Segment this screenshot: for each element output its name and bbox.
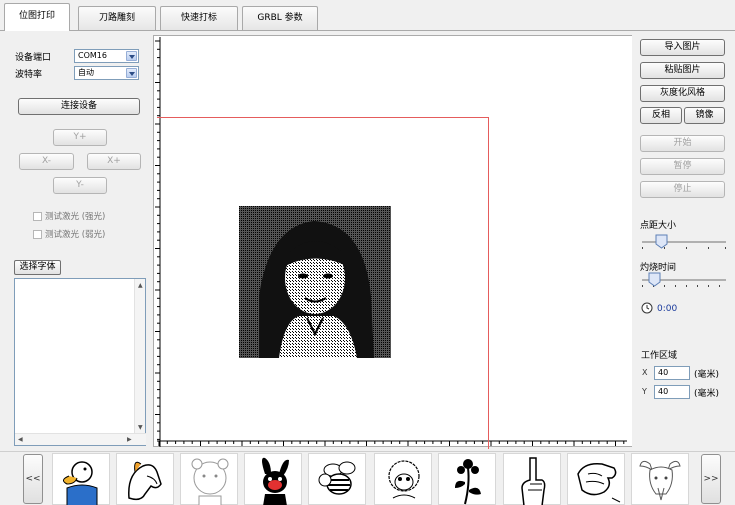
y-plus-button[interactable]: Y+ xyxy=(53,129,107,146)
x-unit-label: (毫米) xyxy=(694,370,720,380)
loaded-image-portrait[interactable] xyxy=(239,206,391,358)
thumbnail-flower[interactable] xyxy=(438,453,496,505)
connect-button[interactable]: 连接设备 xyxy=(18,98,140,115)
scroll-down-icon[interactable]: ▼ xyxy=(138,424,143,431)
thumbnail-bear[interactable] xyxy=(180,453,238,505)
y-unit-label: (毫米) xyxy=(694,389,720,399)
y-label: Y xyxy=(642,387,647,396)
port-select[interactable]: COM16 xyxy=(74,49,139,63)
test-laser-weak-label: 测试激光 (弱光) xyxy=(45,230,106,240)
start-button[interactable]: 开始 xyxy=(640,135,725,152)
checkbox-box[interactable] xyxy=(33,211,42,221)
invert-button[interactable]: 反相 xyxy=(640,107,682,124)
thumbnail-duck[interactable] xyxy=(52,453,110,505)
paste-image-button[interactable]: 粘贴图片 xyxy=(640,62,725,79)
work-area-label: 工作区域 xyxy=(641,351,678,361)
thumbnail-fist[interactable] xyxy=(567,453,625,505)
scroll-left-icon[interactable]: ◀ xyxy=(18,436,23,443)
chevron-down-icon[interactable] xyxy=(126,68,137,78)
thumbnail-rabbit[interactable] xyxy=(244,453,302,505)
port-value: COM16 xyxy=(78,51,107,60)
scroll-up-icon[interactable]: ▲ xyxy=(138,282,143,289)
bee-icon xyxy=(318,461,356,495)
chevron-down-icon[interactable] xyxy=(126,51,137,61)
scroll-right-icon[interactable]: ▶ xyxy=(127,436,132,443)
y-minus-button[interactable]: Y- xyxy=(53,177,107,194)
thumbnail-sheep[interactable] xyxy=(374,453,432,505)
thumbnail-bee[interactable] xyxy=(308,453,366,505)
tab-bitmap-print[interactable]: 位图打印 xyxy=(4,3,70,31)
hand-gesture-icon xyxy=(521,457,546,505)
slider-thumb[interactable] xyxy=(648,272,661,287)
thumbnail-goat[interactable] xyxy=(631,453,689,505)
tab-grbl-params[interactable]: GRBL 参数 xyxy=(242,6,318,30)
flower-icon xyxy=(455,459,481,505)
dot-size-slider[interactable] xyxy=(640,234,728,250)
stop-button[interactable]: 停止 xyxy=(640,181,725,198)
pointing-fist-icon xyxy=(577,462,621,503)
vertical-scrollbar[interactable]: ▲ ▼ xyxy=(134,279,145,434)
work-area-x-input[interactable]: 40 xyxy=(654,366,690,380)
goat-icon xyxy=(639,460,681,501)
mirror-button[interactable]: 镜像 xyxy=(684,107,725,124)
thumbnail-hand[interactable] xyxy=(503,453,561,505)
test-laser-weak-checkbox[interactable]: 测试激光 (弱光) xyxy=(33,228,105,240)
choose-font-button[interactable]: 选择字体 xyxy=(14,260,61,275)
clock-icon xyxy=(641,302,653,314)
thumbnail-horse[interactable] xyxy=(116,453,174,505)
tab-bar: 位图打印 刀路雕刻 快速打标 GRBL 参数 xyxy=(0,0,735,31)
x-minus-button[interactable]: X- xyxy=(19,153,74,170)
dot-size-label: 点距大小 xyxy=(640,221,677,231)
portrait-image xyxy=(239,206,391,358)
baud-value: 自动 xyxy=(78,68,94,77)
x-plus-button[interactable]: X+ xyxy=(87,153,141,170)
test-laser-strong-checkbox[interactable]: 测试激光 (强光) xyxy=(33,210,105,222)
work-area-y-input[interactable]: 40 xyxy=(654,385,690,399)
grayscale-style-button[interactable]: 灰度化风格 xyxy=(640,85,725,102)
baud-select[interactable]: 自动 xyxy=(74,66,139,80)
burn-time-slider[interactable] xyxy=(640,272,728,288)
prev-thumbnails-button[interactable]: << xyxy=(23,454,43,504)
bear-icon xyxy=(191,458,229,505)
port-label: 设备端口 xyxy=(15,53,52,63)
test-laser-strong-label: 测试激光 (强光) xyxy=(45,212,106,222)
x-label: X xyxy=(642,368,648,377)
slider-thumb[interactable] xyxy=(655,234,668,249)
tab-divider xyxy=(0,30,735,31)
text-input-area[interactable]: ▲ ▼ ◀ ▶ xyxy=(14,278,146,446)
tab-quick-mark[interactable]: 快速打标 xyxy=(160,6,238,30)
checkbox-box[interactable] xyxy=(33,229,42,239)
duck-icon xyxy=(63,461,98,505)
pause-button[interactable]: 暂停 xyxy=(640,158,725,175)
tab-path-engrave[interactable]: 刀路雕刻 xyxy=(78,6,156,30)
baud-label: 波特率 xyxy=(15,70,43,80)
sheep-icon xyxy=(388,460,420,499)
horse-icon xyxy=(128,461,162,501)
next-thumbnails-button[interactable]: >> xyxy=(701,454,721,504)
horizontal-scrollbar[interactable]: ◀ ▶ xyxy=(15,433,146,445)
timer-value: 0:00 xyxy=(657,304,678,314)
rabbit-icon xyxy=(262,457,289,505)
import-image-button[interactable]: 导入图片 xyxy=(640,39,725,56)
